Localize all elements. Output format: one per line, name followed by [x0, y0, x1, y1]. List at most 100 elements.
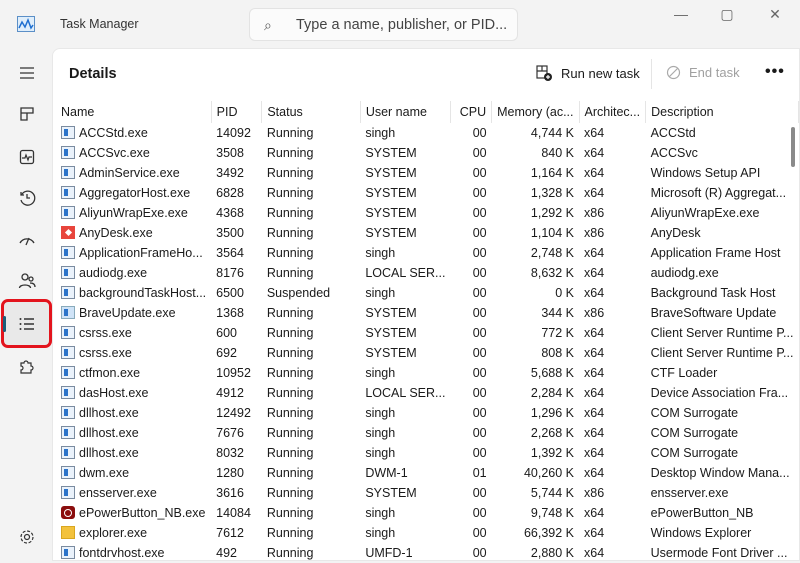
cell-user-name: LOCAL SER...: [360, 383, 450, 403]
app-process-icon: [61, 486, 75, 499]
column-header-memory[interactable]: Memory (ac...: [491, 101, 580, 123]
table-row[interactable]: AdminService.exe 3492 Running SYSTEM 00 1,164…: [56, 163, 799, 183]
cell-user-name: singh: [360, 443, 450, 463]
table-row[interactable]: csrss.exe 600 Running SYSTEM 00 772 K x64 Clien…: [56, 323, 799, 343]
minimize-button[interactable]: —: [658, 6, 704, 28]
sidebar-item-services[interactable]: [6, 347, 48, 385]
table-row[interactable]: explorer.exe 7612 Running singh 00 66,392 K x6…: [56, 523, 799, 543]
cell-text: dwm.exe: [79, 466, 130, 480]
hamburger-menu-button[interactable]: [6, 54, 48, 92]
sidebar-item-users[interactable]: [6, 262, 48, 300]
cell-pid: 7676: [211, 423, 262, 443]
cell-description: Usermode Font Driver ...: [646, 543, 799, 563]
cell-text: 4,744 K: [530, 126, 575, 140]
table-row[interactable]: dllhost.exe 7676 Running singh 00 2,268 K x64 C…: [56, 423, 799, 443]
end-task-label: End task: [689, 65, 740, 80]
cell-description: AliyunWrapExe.exe: [646, 203, 799, 223]
search-box[interactable]: ⌕: [249, 8, 518, 41]
column-header-description[interactable]: Description: [645, 101, 799, 123]
search-input[interactable]: [296, 15, 511, 35]
table-row[interactable]: backgroundTaskHost... 6500 Suspended singh 0…: [56, 283, 799, 303]
cell-name: dllhost.exe: [56, 443, 211, 463]
table-row[interactable]: audiodg.exe 8176 Running LOCAL SER... 00 8,63…: [56, 263, 799, 283]
table-row[interactable]: AnyDesk.exe 3500 Running SYSTEM 00 1,104 K x86…: [56, 223, 799, 243]
cell-text: 7612: [216, 526, 244, 540]
table-row[interactable]: dllhost.exe 8032 Running singh 00 1,392 K x64 C…: [56, 443, 799, 463]
cell-text: dllhost.exe: [79, 426, 139, 440]
cell-text: 3492: [216, 166, 244, 180]
details-panel: Details Run new task End task ••• Name ^ P…: [52, 48, 800, 561]
vertical-scrollbar[interactable]: [791, 127, 795, 167]
app-process-icon: [61, 366, 75, 379]
table-row[interactable]: ePowerButton_NB.exe 14084 Running singh 00 9,…: [56, 503, 799, 523]
sidebar-item-processes[interactable]: [6, 95, 48, 133]
cell-user-name: singh: [360, 403, 450, 423]
cell-status: Running: [262, 343, 360, 363]
more-options-icon[interactable]: •••: [765, 63, 785, 81]
end-task-button[interactable]: End task: [666, 65, 740, 80]
gear-icon: [20, 530, 34, 544]
close-button[interactable]: ✕: [752, 6, 798, 28]
cell-text: Running: [266, 146, 314, 160]
table-row[interactable]: ACCStd.exe 14092 Running singh 00 4,744 K x64 A…: [56, 123, 799, 143]
table-row[interactable]: dllhost.exe 12492 Running singh 00 1,296 K x64…: [56, 403, 799, 423]
cell-user-name: singh: [360, 523, 450, 543]
sidebar-item-startup-apps[interactable]: [6, 221, 48, 259]
cell-text: 2,268 K: [530, 426, 575, 440]
app-process-icon: [61, 206, 75, 219]
cell-architecture: x86: [579, 223, 646, 243]
table-row[interactable]: ACCSvc.exe 3508 Running SYSTEM 00 840 K x64 ACC…: [56, 143, 799, 163]
table-row[interactable]: ctfmon.exe 10952 Running singh 00 5,688 K x64 C…: [56, 363, 799, 383]
cell-status: Running: [262, 243, 360, 263]
column-header-pid[interactable]: PID: [211, 101, 263, 123]
cell-text: x64: [584, 166, 605, 180]
cell-text: x86: [584, 306, 605, 320]
cell-text: COM Surrogate: [650, 406, 739, 420]
cell-pid: 492: [211, 543, 262, 563]
table-row[interactable]: csrss.exe 692 Running SYSTEM 00 808 K x64 Clien…: [56, 343, 799, 363]
cell-pid: 7612: [211, 523, 262, 543]
settings-button[interactable]: [6, 518, 48, 556]
cell-text: 00: [472, 526, 487, 540]
cell-architecture: x64: [579, 543, 646, 563]
table-row[interactable]: dwm.exe 1280 Running DWM-1 01 40,260 K x64 Desk…: [56, 463, 799, 483]
cell-text: ACCSvc.exe: [79, 146, 150, 160]
column-header-cpu[interactable]: CPU: [450, 101, 493, 123]
sidebar-item-performance[interactable]: [6, 138, 48, 176]
maximize-button[interactable]: ▢: [704, 6, 750, 28]
table-row[interactable]: dasHost.exe 4912 Running LOCAL SER... 00 2,28…: [56, 383, 799, 403]
cell-architecture: x86: [579, 203, 646, 223]
column-header-name[interactable]: Name ^: [56, 101, 212, 123]
cell-text: x64: [584, 346, 605, 360]
cell-text: singh: [365, 246, 396, 260]
column-header-user-name[interactable]: User name: [360, 101, 451, 123]
cell-name: ApplicationFrameHo...: [56, 243, 211, 263]
cell-cpu: 00: [450, 443, 491, 463]
table-row[interactable]: AggregatorHost.exe 6828 Running SYSTEM 00 1,3…: [56, 183, 799, 203]
table-row[interactable]: ensserver.exe 3616 Running SYSTEM 00 5,744 K x…: [56, 483, 799, 503]
cell-text: SYSTEM: [365, 146, 417, 160]
cell-text: Suspended: [266, 286, 331, 300]
table-row[interactable]: AliyunWrapExe.exe 4368 Running SYSTEM 00 1,29…: [56, 203, 799, 223]
details-table: Name ^ PID Status User name CPU Memory (ac... A…: [56, 101, 799, 563]
cell-text: csrss.exe: [79, 346, 132, 360]
cell-pid: 1280: [211, 463, 262, 483]
run-new-task-button[interactable]: Run new task: [536, 65, 640, 82]
cell-text: Running: [266, 446, 314, 460]
cell-cpu: 01: [450, 463, 491, 483]
column-header-status[interactable]: Status: [261, 101, 361, 123]
cell-architecture: x64: [579, 243, 646, 263]
sidebar-item-app-history[interactable]: [6, 179, 48, 217]
cell-architecture: x64: [579, 403, 646, 423]
cell-text: BraveUpdate.exe: [79, 306, 176, 320]
cell-name: AliyunWrapExe.exe: [56, 203, 211, 223]
cell-text: Device Association Fra...: [650, 386, 789, 400]
table-row[interactable]: BraveUpdate.exe 1368 Running SYSTEM 00 344 K x…: [56, 303, 799, 323]
sidebar-item-details[interactable]: [1, 299, 52, 348]
cell-user-name: singh: [360, 283, 450, 303]
table-row[interactable]: ApplicationFrameHo... 3564 Running singh 00 2…: [56, 243, 799, 263]
table-row[interactable]: fontdrvhost.exe 492 Running UMFD-1 00 2,880 K…: [56, 543, 799, 563]
column-header-architecture[interactable]: Architec...: [579, 101, 647, 123]
cell-text: singh: [365, 446, 396, 460]
cell-pid: 1368: [211, 303, 262, 323]
